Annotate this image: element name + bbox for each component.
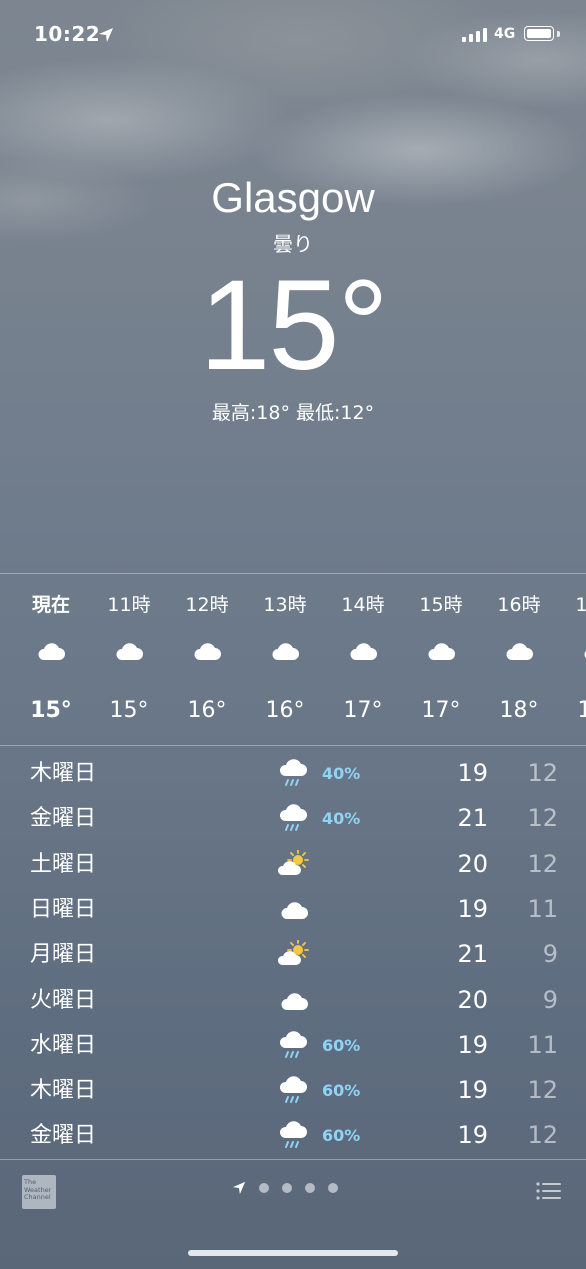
page-dot[interactable]	[305, 1183, 315, 1193]
battery-cap	[557, 31, 560, 37]
weather-channel-logo[interactable]: The Weather Channel	[22, 1175, 56, 1209]
day-name: 金曜日	[30, 1123, 97, 1149]
location-arrow-icon	[99, 28, 113, 42]
status-time: 10:22	[34, 22, 101, 46]
hour-label: 17時	[575, 594, 586, 616]
cloud-icon	[582, 640, 586, 662]
hour-label: 14時	[341, 594, 385, 616]
day-name: 水曜日	[30, 1032, 97, 1058]
high-temp: 20	[457, 985, 488, 1014]
precip-chance: 60%	[322, 1035, 361, 1055]
rain-cloud-icon	[276, 1031, 310, 1061]
day-name: 月曜日	[30, 942, 97, 968]
low-temp: 12	[527, 1121, 558, 1150]
precip-chance: 60%	[322, 1081, 361, 1101]
low-temp: 12	[527, 1076, 558, 1105]
hour-temp: 16°	[187, 698, 227, 723]
partly-sunny-icon	[276, 848, 310, 880]
precip-chance: 40%	[322, 764, 361, 783]
current-temperature: 15°	[199, 254, 389, 397]
cloud-icon	[36, 640, 66, 662]
hour-temp: 15°	[30, 698, 72, 723]
cloud-icon	[348, 640, 378, 662]
hour-label: 現在	[31, 594, 70, 616]
page-dot[interactable]	[259, 1183, 269, 1193]
daily-row: 日曜日 19 11	[0, 887, 586, 932]
low-temp: 9	[542, 940, 558, 969]
cloud-icon	[279, 899, 313, 929]
hour-temp: 17°	[421, 698, 461, 723]
city-name: Glasgow	[211, 174, 375, 221]
home-indicator[interactable]	[188, 1250, 398, 1256]
day-name: 木曜日	[30, 761, 97, 786]
page-dot[interactable]	[328, 1183, 338, 1193]
signal-icon	[462, 28, 487, 42]
rain-cloud-icon	[276, 1076, 310, 1106]
precip-chance: 60%	[322, 1126, 361, 1146]
daily-row: 月曜日 21 9	[0, 932, 586, 977]
daily-row: 火曜日 20 9	[0, 978, 586, 1023]
divider-bottom	[0, 1159, 586, 1160]
rain-cloud-icon	[276, 804, 310, 834]
cloud-icon	[270, 640, 300, 662]
high-temp: 20	[457, 849, 488, 878]
page-indicator[interactable]	[232, 1181, 338, 1195]
cloud-icon	[504, 640, 534, 662]
rain-cloud-icon	[276, 759, 310, 789]
condition-text: 曇り	[273, 232, 313, 256]
low-temp: 12	[527, 804, 558, 833]
low-temp: 12	[527, 759, 558, 787]
logo-text: The Weather Channel	[24, 1178, 52, 1201]
high-temp: 19	[457, 1076, 488, 1105]
status-bar: 10:22 4G	[0, 22, 586, 50]
low-temp: 12	[527, 849, 558, 878]
day-name: 火曜日	[30, 987, 97, 1013]
day-name: 金曜日	[30, 806, 97, 832]
low-temp: 11	[527, 894, 558, 923]
battery-icon	[524, 26, 554, 41]
hour-temp: 18°	[577, 698, 586, 723]
day-name: 木曜日	[30, 1078, 97, 1104]
cloud-icon	[192, 640, 222, 662]
high-temp: 21	[457, 804, 488, 833]
hourly-forecast[interactable]: 現在 15° 11時 15° 12時 16° 13時 16° 14時 17° 15時 17° 16時 18…	[0, 574, 586, 745]
daily-row: 木曜日 40% 19 12	[0, 751, 586, 796]
hour-temp: 17°	[343, 698, 383, 723]
network-type: 4G	[494, 26, 516, 42]
low-temp: 9	[542, 985, 558, 1014]
rain-cloud-icon	[276, 1121, 310, 1151]
location-arrow-icon	[232, 1181, 246, 1195]
high-temp: 19	[457, 894, 488, 923]
hour-temp: 16°	[265, 698, 305, 723]
day-name: 日曜日	[30, 896, 97, 922]
daily-row: 土曜日 20 12	[0, 842, 586, 887]
daily-row: 金曜日 40% 21 12	[0, 796, 586, 841]
page-dot[interactable]	[282, 1183, 292, 1193]
high-temp: 19	[457, 1121, 488, 1150]
daily-row: 木曜日 60% 19 12	[0, 1068, 586, 1113]
hour-label: 15時	[419, 594, 463, 616]
hour-temp: 18°	[499, 698, 539, 723]
high-temp: 21	[457, 940, 488, 969]
list-icon[interactable]	[536, 1181, 562, 1201]
hour-label: 12時	[185, 594, 229, 616]
high-temp: 19	[457, 759, 488, 787]
high-temp: 19	[457, 1030, 488, 1059]
partly-sunny-icon	[276, 939, 310, 970]
cloud-icon	[114, 640, 144, 662]
hour-label: 16時	[497, 594, 541, 616]
cloud-icon	[279, 990, 313, 1020]
daily-row: 水曜日 60% 19 11	[0, 1023, 586, 1068]
hour-temp: 15°	[109, 698, 149, 723]
cloud-icon	[426, 640, 456, 662]
day-name: 土曜日	[30, 851, 97, 877]
divider-middle	[0, 745, 586, 746]
hour-label: 13時	[263, 594, 307, 616]
daily-row: 金曜日 60% 19 12	[0, 1113, 586, 1158]
high-low-temps: 最高:18° 最低:12°	[211, 402, 375, 424]
low-temp: 11	[527, 1030, 558, 1059]
hour-label: 11時	[107, 594, 151, 616]
precip-chance: 40%	[322, 809, 361, 829]
